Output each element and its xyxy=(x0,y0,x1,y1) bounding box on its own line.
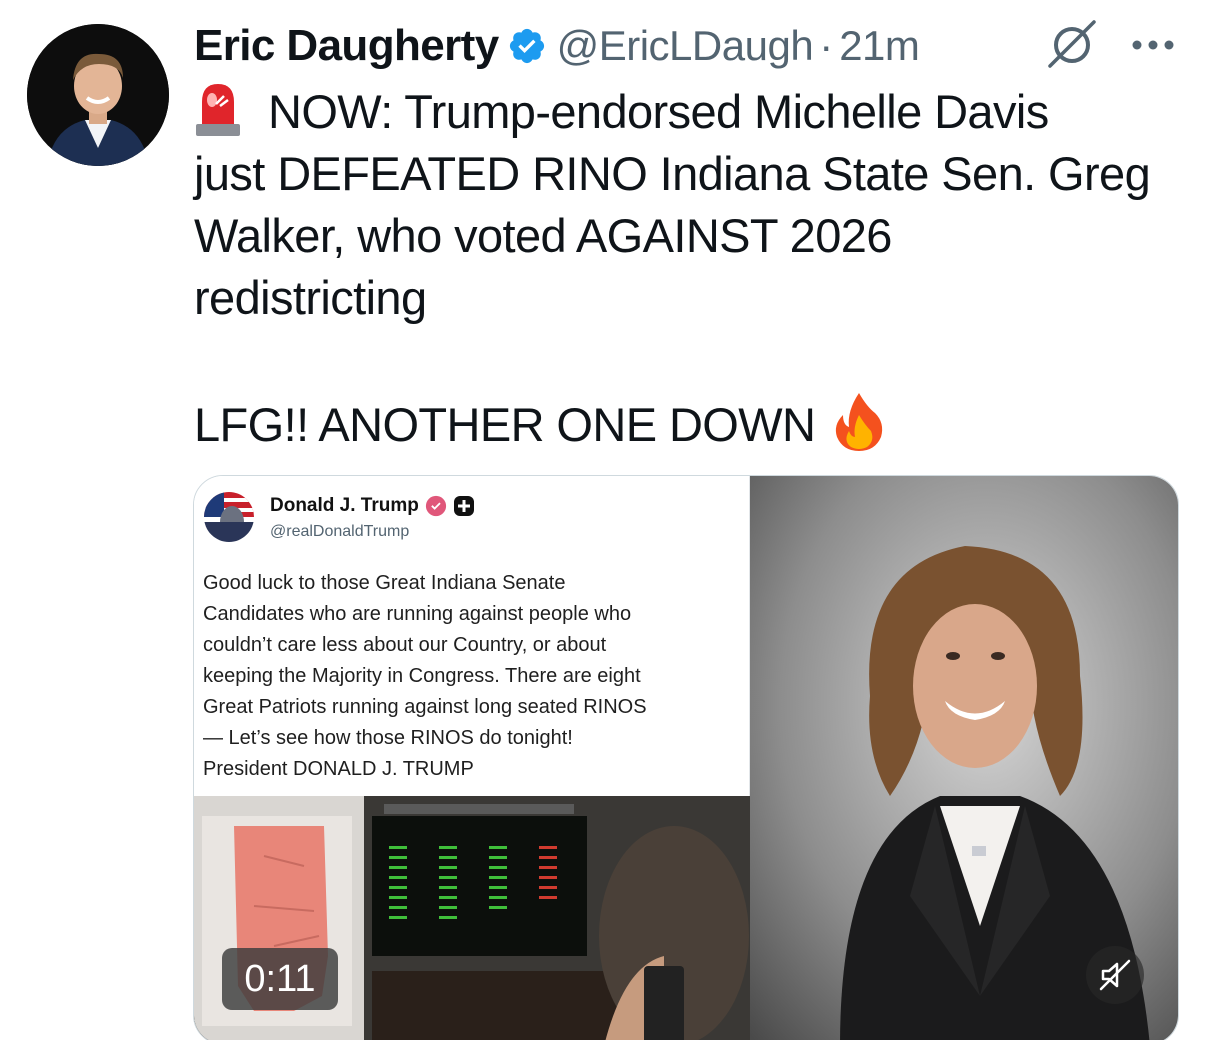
embedded-post-line: keeping the Majority in Congress. There … xyxy=(203,665,641,687)
embedded-post-line: — Let’s see how those RINOS do tonight! xyxy=(203,727,573,749)
embedded-post-line: Great Patriots running against long seat… xyxy=(203,696,647,718)
embedded-post-avatar xyxy=(204,492,254,542)
mute-toggle-button[interactable] xyxy=(1086,946,1144,1004)
tweet-line-4: redistricting xyxy=(194,271,427,324)
embedded-post-line: Candidates who are running against peopl… xyxy=(203,603,632,625)
siren-icon xyxy=(196,84,240,136)
embedded-post-line: Good luck to those Great Indiana Senate xyxy=(203,572,566,594)
embedded-post-line: President DONALD J. TRUMP xyxy=(203,758,474,780)
author-name[interactable]: Eric Daugherty xyxy=(194,21,499,71)
media-container[interactable]: Donald J. Trump @realDonaldTrump Good lu… xyxy=(193,475,1179,1040)
tweet-line-3: Walker, who voted AGAINST 2026 xyxy=(194,209,892,262)
tweet-line-5: LFG!! ANOTHER ONE DOWN xyxy=(194,398,816,451)
fire-icon xyxy=(836,393,883,451)
speaker-muted-icon xyxy=(1099,959,1131,991)
timestamp[interactable]: 21m xyxy=(839,22,920,70)
tweet-text: NOW: Trump-endorsed Michelle Davis just … xyxy=(194,80,1184,456)
more-options-icon[interactable] xyxy=(1130,36,1176,54)
tweet-line-1: NOW: Trump-endorsed Michelle Davis xyxy=(268,85,1049,138)
verified-badge-icon xyxy=(425,495,446,517)
embedded-post-author-name: Donald J. Trump xyxy=(270,495,419,516)
grok-icon[interactable] xyxy=(1046,18,1098,70)
tweet-header: Eric Daugherty @EricLDaugh · 21m xyxy=(194,16,920,76)
platform-plus-icon xyxy=(453,496,474,516)
video-duration: 0:11 xyxy=(222,948,338,1010)
embedded-post-handle: @realDonaldTrump xyxy=(270,523,410,540)
author-handle[interactable]: @EricLDaugh xyxy=(557,22,814,70)
tweet-line-2: just DEFEATED RINO Indiana State Sen. Gr… xyxy=(194,147,1151,200)
embedded-post-line: couldn’t care less about our Country, or… xyxy=(203,634,607,656)
verified-badge-icon xyxy=(509,28,544,64)
separator-dot: · xyxy=(819,22,834,69)
author-avatar[interactable] xyxy=(27,24,169,166)
embedded-post-body: Good luck to those Great Indiana Senate … xyxy=(203,568,743,785)
embedded-post[interactable]: Donald J. Trump @realDonaldTrump Good lu… xyxy=(194,476,750,798)
